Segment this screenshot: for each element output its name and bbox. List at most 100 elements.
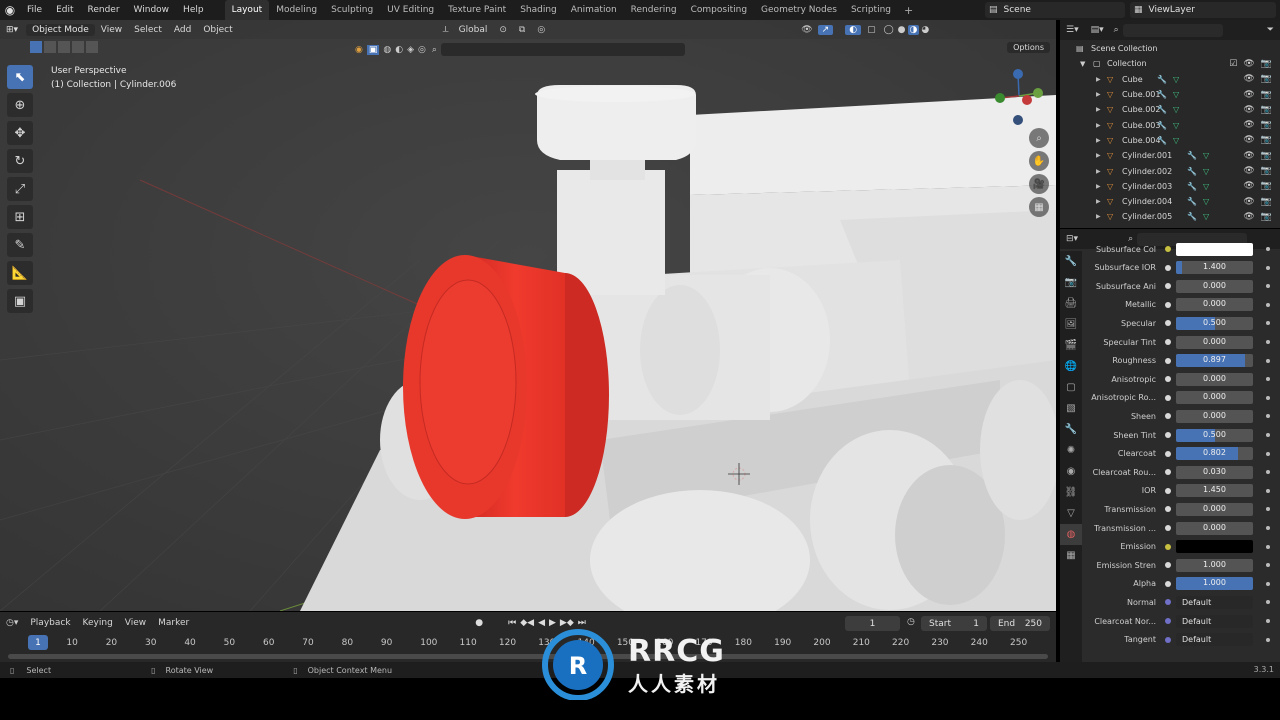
transform-orientation-dropdown[interactable]: Global: [453, 25, 494, 35]
timeline-ruler[interactable]: 1020304050607080901001101201301401501601…: [0, 636, 1056, 652]
tool-tab-icon[interactable]: 🔧: [1060, 251, 1082, 272]
eye-icon[interactable]: 👁: [1243, 212, 1254, 222]
select-box-tool-icon[interactable]: ⬉: [7, 65, 33, 89]
modifier-tab-icon[interactable]: 🔧: [1060, 419, 1082, 440]
filter-funnel-icon[interactable]: ⏷: [1261, 25, 1280, 35]
annotate-tool-icon[interactable]: ✎: [7, 233, 33, 257]
property-slider[interactable]: 1.400: [1176, 261, 1253, 275]
property-slider[interactable]: 0.897: [1176, 354, 1253, 368]
property-slider[interactable]: 0.030: [1176, 465, 1253, 479]
expand-icon[interactable]: ▶: [1096, 152, 1101, 159]
keyframe-dot-icon[interactable]: [1266, 507, 1270, 512]
socket-icon[interactable]: [1165, 599, 1171, 606]
camera-icon[interactable]: 📷: [1261, 120, 1272, 130]
expand-icon[interactable]: ▶: [1096, 76, 1101, 83]
socket-icon[interactable]: [1165, 525, 1171, 531]
start-frame-field[interactable]: Start 1: [921, 616, 987, 631]
property-select[interactable]: Default: [1176, 595, 1253, 609]
visibility-icon[interactable]: 👁: [796, 25, 817, 35]
render-tab-icon[interactable]: 📷: [1060, 272, 1082, 293]
object-tab-icon[interactable]: ▧: [1060, 398, 1082, 419]
add-cube-tool-icon[interactable]: ▣: [7, 289, 33, 313]
tab-shading[interactable]: Shading: [513, 0, 564, 20]
eye-icon[interactable]: 👁: [1243, 166, 1254, 176]
checkbox-icon[interactable]: ☑: [1229, 59, 1237, 69]
expand-icon[interactable]: ▶: [1096, 91, 1101, 98]
menu-view-timeline[interactable]: View: [119, 618, 152, 628]
select-intersect-icon[interactable]: [86, 41, 98, 53]
expand-icon[interactable]: ▶: [1096, 137, 1101, 144]
filter-icon-a[interactable]: ◍: [383, 45, 391, 55]
keyframe-dot-icon[interactable]: [1266, 600, 1270, 605]
proportional-edit-icon[interactable]: ◎: [531, 25, 551, 35]
camera-icon[interactable]: 📷: [1261, 197, 1272, 207]
outliner-object-row[interactable]: ▶ ▽ Cylinder.001 🔧 ▽ 👁 📷: [1060, 148, 1280, 163]
select-subtract-icon[interactable]: [58, 41, 70, 53]
socket-icon[interactable]: [1165, 376, 1171, 383]
view-layer-tab-icon[interactable]: 🖼: [1060, 314, 1082, 335]
particles-tab-icon[interactable]: ✺: [1060, 440, 1082, 461]
eye-icon[interactable]: 👁: [1243, 59, 1254, 69]
texture-tab-icon[interactable]: ▦: [1060, 545, 1082, 566]
socket-icon[interactable]: [1165, 636, 1171, 643]
keyframe-dot-icon[interactable]: [1266, 340, 1270, 344]
property-slider[interactable]: 0.000: [1176, 502, 1253, 516]
options-button[interactable]: Options: [1007, 42, 1050, 53]
keyframe-dot-icon[interactable]: [1266, 358, 1270, 363]
menu-marker[interactable]: Marker: [152, 618, 195, 628]
property-slider[interactable]: 0.000: [1176, 335, 1253, 349]
socket-icon[interactable]: [1165, 339, 1171, 345]
material-tab-icon[interactable]: ◍: [1060, 524, 1082, 545]
keyframe-dot-icon[interactable]: [1266, 544, 1270, 549]
outliner-object-row[interactable]: ▶ ▽ Cylinder.005 🔧 ▽ 👁 📷: [1060, 209, 1280, 224]
outliner-object-row[interactable]: ▶ ▽ Cube.002 🔧 ▽ 👁 📷: [1060, 102, 1280, 117]
data-tab-icon[interactable]: ▽: [1060, 503, 1082, 524]
jump-end-icon[interactable]: ⏭: [578, 618, 586, 628]
select-new-icon[interactable]: [30, 41, 42, 53]
socket-icon[interactable]: [1165, 301, 1171, 308]
play-icon[interactable]: ▶: [549, 618, 556, 628]
eye-icon[interactable]: 👁: [1243, 181, 1254, 191]
property-select[interactable]: Default: [1176, 633, 1253, 647]
outliner-object-row[interactable]: ▶ ▽ Cylinder.004 🔧 ▽ 👁 📷: [1060, 194, 1280, 209]
3d-viewport[interactable]: ⊞▾ Object Mode View Select Add Object ⟂ …: [0, 20, 1056, 611]
camera-icon[interactable]: 📷: [1261, 59, 1272, 69]
end-frame-field[interactable]: End 250: [990, 616, 1050, 631]
socket-icon[interactable]: [1165, 562, 1171, 569]
tab-sculpting[interactable]: Sculpting: [324, 0, 380, 20]
menu-view[interactable]: View: [95, 25, 128, 35]
mode-dropdown[interactable]: Object Mode: [26, 23, 95, 36]
expand-icon[interactable]: ▶: [1096, 122, 1101, 129]
socket-icon[interactable]: [1165, 394, 1171, 401]
z-axis-icon[interactable]: [1013, 69, 1023, 79]
tab-animation[interactable]: Animation: [564, 0, 624, 20]
play-reverse-icon[interactable]: ◀: [538, 618, 545, 628]
filter-icon-d[interactable]: ◎: [418, 45, 426, 55]
tab-rendering[interactable]: Rendering: [624, 0, 684, 20]
property-slider[interactable]: 1.000: [1176, 577, 1253, 591]
tab-compositing[interactable]: Compositing: [684, 0, 754, 20]
outliner-search-field[interactable]: [1122, 23, 1223, 37]
x-axis-icon[interactable]: [1022, 95, 1032, 105]
socket-icon[interactable]: [1165, 413, 1171, 420]
zoom-icon[interactable]: ⌕: [1029, 128, 1049, 148]
tab-texture-paint[interactable]: Texture Paint: [441, 0, 513, 20]
gizmo-icon[interactable]: ↗: [817, 24, 834, 35]
rotate-tool-icon[interactable]: ↻: [7, 149, 33, 173]
view-layer-selector[interactable]: ▦ ViewLayer: [1130, 2, 1276, 18]
clock-icon[interactable]: ◷: [907, 617, 915, 627]
scene-selector[interactable]: ▤ Scene: [985, 2, 1125, 18]
menu-render[interactable]: Render: [81, 0, 127, 20]
socket-icon[interactable]: [1165, 357, 1171, 364]
eye-icon[interactable]: 👁: [1243, 105, 1254, 115]
filter-icon-c[interactable]: ◈: [407, 45, 414, 55]
playhead[interactable]: 1: [28, 635, 48, 650]
properties-editor-icon[interactable]: ⊟▾: [1060, 234, 1084, 244]
rendered-shading-icon[interactable]: ◕: [919, 25, 931, 35]
cursor-tool-icon[interactable]: ⊕: [7, 93, 33, 117]
outliner-object-row[interactable]: ▶ ▽ Cube.001 🔧 ▽ 👁 📷: [1060, 87, 1280, 102]
filter-icon-b[interactable]: ◐: [395, 45, 403, 55]
keyframe-dot-icon[interactable]: [1266, 470, 1270, 475]
keyframe-dot-icon[interactable]: [1266, 377, 1270, 382]
socket-icon[interactable]: [1165, 283, 1171, 290]
